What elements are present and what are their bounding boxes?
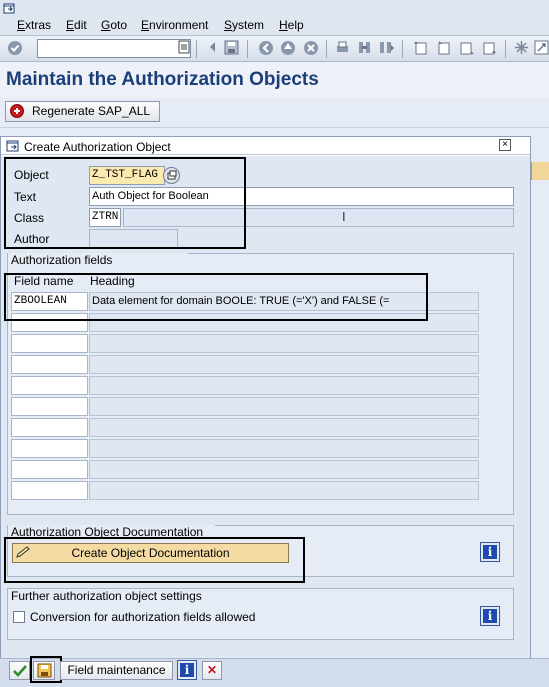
- field-name-cell[interactable]: [11, 481, 88, 500]
- author-label: Author: [14, 232, 50, 246]
- class-description-field: [123, 208, 514, 227]
- table-row: [11, 313, 480, 332]
- documentation-title: Authorization Object Documentation: [8, 525, 215, 539]
- field-maintenance-button[interactable]: Field maintenance: [60, 661, 173, 680]
- field-name-cell[interactable]: [11, 460, 88, 479]
- close-icon[interactable]: ×: [499, 139, 511, 151]
- author-field: [89, 229, 178, 248]
- table-row: [11, 418, 480, 437]
- accept-button[interactable]: [9, 661, 30, 680]
- cancel-button[interactable]: ✕: [202, 661, 222, 680]
- table-row: [11, 334, 480, 353]
- regenerate-icon: [10, 104, 24, 118]
- menu-extras[interactable]: Extras: [17, 18, 51, 32]
- table-row: [11, 397, 480, 416]
- regenerate-button-label: Regenerate SAP_ALL: [32, 104, 151, 118]
- possible-entries-icon[interactable]: [163, 167, 180, 184]
- regenerate-sap-all-button[interactable]: Regenerate SAP_ALL: [5, 101, 160, 122]
- object-field[interactable]: Z_TST_FLAG: [89, 166, 165, 185]
- save-icon[interactable]: [223, 40, 240, 57]
- column-header-heading: Heading: [90, 274, 135, 288]
- further-settings-info-icon[interactable]: i: [480, 606, 500, 626]
- field-name-cell[interactable]: [11, 334, 88, 353]
- table-row: [11, 355, 480, 374]
- menu-goto[interactable]: Goto: [101, 18, 127, 32]
- print-icon[interactable]: [334, 40, 351, 57]
- field-maintenance-label: Field maintenance: [67, 663, 166, 677]
- conversion-checkbox-label: Conversion for authorization fields allo…: [30, 610, 256, 624]
- back-arrow-icon[interactable]: [203, 40, 220, 57]
- last-page-icon[interactable]: [481, 40, 498, 57]
- menu-window-icon[interactable]: [3, 3, 15, 17]
- heading-cell: Data element for domain BOOLE: TRUE (='X…: [89, 292, 479, 311]
- find-next-icon[interactable]: [378, 40, 395, 57]
- authorization-fields-title: Authorization fields: [8, 253, 188, 267]
- new-session-icon[interactable]: [513, 40, 530, 57]
- heading-cell: [89, 418, 479, 437]
- table-row: [11, 376, 480, 395]
- field-name-cell[interactable]: [11, 376, 88, 395]
- heading-cell: [89, 460, 479, 479]
- heading-cell: [89, 355, 479, 374]
- menu-environment[interactable]: Environment: [141, 18, 208, 32]
- footer-info-icon[interactable]: i: [177, 660, 197, 680]
- create-object-documentation-label: Create Object Documentation: [71, 546, 230, 560]
- field-name-cell[interactable]: [11, 355, 88, 374]
- heading-cell: [89, 376, 479, 395]
- table-row: [11, 439, 480, 458]
- cancel-icon: ✕: [206, 663, 218, 677]
- next-page-icon[interactable]: [458, 40, 475, 57]
- heading-cell: [89, 313, 479, 332]
- text-label: Text: [14, 190, 37, 204]
- heading-cell: [89, 397, 479, 416]
- class-label: Class: [14, 211, 45, 225]
- field-name-cell[interactable]: ZBOOLEAN: [11, 292, 88, 311]
- dropdown-icon[interactable]: [175, 40, 192, 57]
- background-field-strip: [531, 162, 549, 180]
- back-icon[interactable]: [257, 40, 274, 57]
- previous-page-icon[interactable]: [435, 40, 452, 57]
- class-field[interactable]: ZTRN: [89, 208, 121, 227]
- save-button[interactable]: [33, 661, 55, 680]
- column-header-field-name: Field name: [14, 274, 74, 288]
- help-icon[interactable]: [533, 40, 549, 57]
- object-label: Object: [14, 168, 49, 182]
- menu-edit[interactable]: Edit: [66, 18, 87, 32]
- menu-help[interactable]: Help: [279, 18, 304, 32]
- heading-cell: [89, 481, 479, 500]
- standard-toolbar: [0, 36, 549, 62]
- dialog-title: Create Authorization Object: [24, 140, 171, 154]
- text-cursor-icon: I: [342, 209, 346, 224]
- command-field[interactable]: [37, 39, 191, 58]
- field-name-cell[interactable]: [11, 313, 88, 332]
- table-row: ZBOOLEAN Data element for domain BOOLE: …: [11, 292, 480, 311]
- field-name-cell[interactable]: [11, 397, 88, 416]
- dialog-window-icon: [6, 140, 20, 155]
- create-object-documentation-button[interactable]: Create Object Documentation: [12, 543, 289, 563]
- menu-system[interactable]: System: [224, 18, 264, 32]
- exit-icon[interactable]: [279, 40, 296, 57]
- page-title: Maintain the Authorization Objects: [6, 69, 319, 90]
- menu-bar: Extras Edit Goto Environment System Help: [0, 0, 549, 36]
- find-icon[interactable]: [356, 40, 373, 57]
- heading-cell: [89, 334, 479, 353]
- field-name-cell[interactable]: [11, 439, 88, 458]
- heading-cell: [89, 439, 479, 458]
- conversion-checkbox[interactable]: [13, 611, 25, 623]
- cancel-icon[interactable]: [302, 40, 319, 57]
- pencil-icon: [15, 545, 31, 562]
- first-page-icon[interactable]: [412, 40, 429, 57]
- table-row: [11, 460, 480, 479]
- enter-icon[interactable]: [6, 40, 23, 57]
- field-name-cell[interactable]: [11, 418, 88, 437]
- text-field[interactable]: Auth Object for Boolean: [89, 187, 514, 206]
- documentation-info-icon[interactable]: i: [480, 542, 500, 562]
- table-row: [11, 481, 480, 500]
- further-settings-title: Further authorization object settings: [8, 589, 215, 603]
